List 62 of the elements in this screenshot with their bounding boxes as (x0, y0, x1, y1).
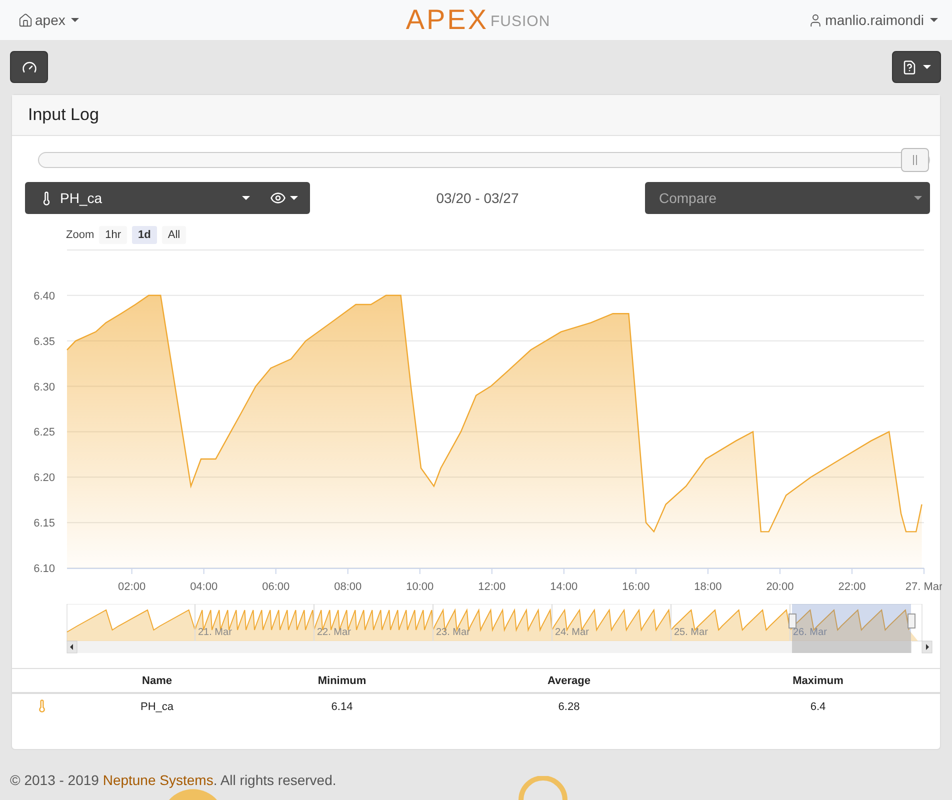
zoom-button[interactable]: 1d (132, 226, 157, 244)
navigator-date-label: 23. Mar (436, 627, 470, 638)
user-icon (808, 12, 824, 28)
x-tick-label: 22:00 (838, 581, 866, 593)
column-header: Minimum (316, 674, 368, 686)
y-tick-label: 6.25 (34, 426, 55, 439)
zoom-button[interactable]: 1hr (99, 226, 128, 244)
zoom-label: Zoom (66, 229, 94, 241)
y-tick-label: 6.40 (34, 290, 55, 302)
footer-text: © 2013 - 2019 Neptune Systems. All rights reserved. (10, 772, 338, 788)
date-range: 03/20 - 03/27 (435, 190, 520, 206)
y-tick-label: 6.35 (34, 336, 55, 348)
table-cell-text: 6.28 (557, 701, 581, 713)
scroll-right-button[interactable] (922, 640, 932, 654)
column-header: Maximum (792, 674, 844, 686)
navigator-date-label: 24. Mar (555, 627, 589, 638)
company-link[interactable]: Neptune Systems (102, 772, 214, 788)
home-icon (18, 12, 33, 28)
navigator-date-label: 21. Mar (198, 627, 232, 638)
y-tick-label: 6.10 (34, 563, 55, 575)
panel-title: Input Log (12, 95, 940, 136)
x-tick-label: 14:00 (550, 581, 578, 593)
logo: APEX FUSION (406, 6, 550, 34)
x-tick-label: 27. Mar (905, 581, 942, 593)
help-icon (902, 60, 917, 74)
y-tick-label: 6.20 (34, 472, 55, 484)
y-tick-label: 6.30 (34, 381, 55, 394)
table-cell-text: PH_ca (139, 701, 175, 713)
x-tick-label: 18:00 (694, 581, 722, 593)
scroll-left-button[interactable] (66, 640, 78, 654)
dashboard-button[interactable] (10, 51, 48, 83)
zoom-button[interactable]: All (162, 226, 186, 244)
x-tick-label: 06:00 (262, 581, 290, 593)
navigator-date-label: 26. Mar (793, 627, 827, 638)
navigator-selection[interactable] (792, 604, 911, 641)
home-menu[interactable]: apex (18, 12, 80, 28)
gauge-icon (22, 60, 36, 74)
scrollbar-thumb[interactable] (792, 641, 911, 653)
y-tick-label: 6.15 (34, 518, 55, 530)
table-cell-text: 6.4 (809, 701, 827, 713)
x-tick-label: 04:00 (190, 581, 218, 593)
sensor-select[interactable]: PH_ca (25, 182, 310, 214)
navigator-date-label: 25. Mar (674, 627, 708, 638)
compare-select[interactable]: Compare (645, 182, 930, 214)
x-tick-label: 12:00 (478, 581, 506, 593)
column-header: Average (546, 674, 592, 686)
help-button[interactable] (892, 51, 941, 83)
range-slider-thumb[interactable] (901, 148, 929, 172)
navigator-date-label: 22. Mar (317, 627, 351, 638)
x-tick-label: 16:00 (622, 581, 650, 593)
table-cell-text: 6.14 (330, 701, 354, 713)
navigator-handle[interactable] (908, 614, 916, 628)
navigator-handle[interactable] (788, 614, 796, 628)
x-tick-label: 02:00 (118, 581, 146, 593)
ring-drawing (518, 776, 568, 800)
x-tick-label: 10:00 (406, 581, 434, 593)
x-tick-label: 20:00 (766, 581, 794, 593)
eye-icon (270, 190, 286, 206)
x-tick-label: 08:00 (334, 581, 362, 593)
column-header: Name (141, 674, 173, 686)
circle-drawing (169, 789, 217, 800)
user-menu[interactable]: manlio.raimondi (808, 12, 938, 28)
